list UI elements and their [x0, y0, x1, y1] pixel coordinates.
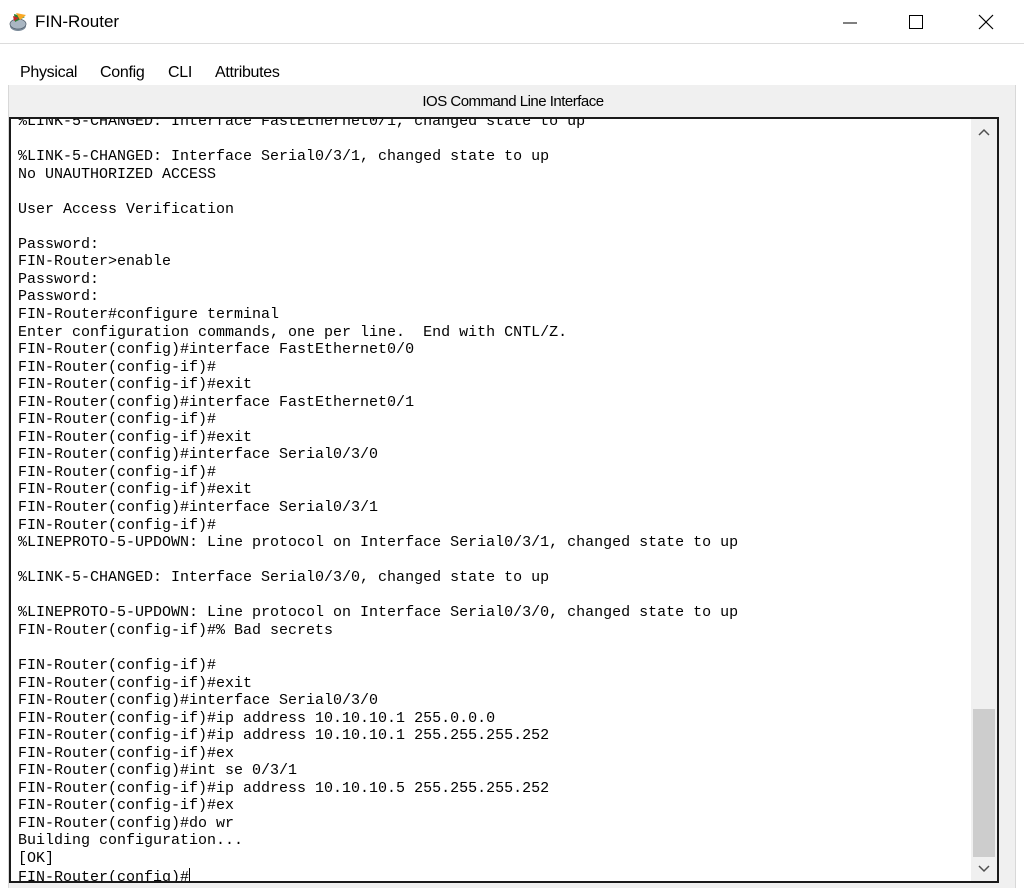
terminal-line: FIN-Router(config-if)#ip address 10.10.1… [18, 779, 550, 797]
terminal-line: FIN-Router#configure terminal [18, 306, 280, 324]
terminal-line: FIN-Router(config)#interface FastEtherne… [18, 341, 415, 359]
terminal-line: FIN-Router(config-if)#ip address 10.10.1… [18, 709, 496, 727]
scroll-up-button[interactable] [971, 119, 997, 145]
minimize-button[interactable] [819, 0, 881, 44]
terminal-line: %LINK-5-CHANGED: Interface Serial0/3/1, … [18, 148, 550, 166]
terminal-line: FIN-Router(config)#interface Serial0/3/0 [18, 446, 379, 464]
terminal-line: FIN-Router(config-if)#ex [18, 797, 235, 815]
close-icon [978, 14, 994, 30]
terminal-line: FIN-Router(config-if)# [18, 411, 217, 429]
panel-title: IOS Command Line Interface [422, 93, 604, 110]
terminal-line: FIN-Router(config)#do wr [18, 814, 235, 832]
terminal-line: No UNAUTHORIZED ACCESS [18, 165, 217, 183]
scroll-down-button[interactable] [971, 857, 997, 881]
terminal-line: FIN-Router(config)# [18, 867, 191, 883]
terminal-line: %LINK-5-CHANGED: Interface FastEthernet0… [18, 117, 586, 130]
maximize-icon [909, 15, 923, 29]
terminal-line: %LINK-5-CHANGED: Interface Serial0/3/0, … [18, 569, 550, 587]
terminal-line: FIN-Router(config-if)# [18, 656, 217, 674]
terminal-line: Password: [18, 288, 100, 306]
scrollbar-thumb[interactable] [973, 709, 995, 857]
terminal-line: FIN-Router(config-if)#ex [18, 744, 235, 762]
terminal-line: [OK] [18, 849, 55, 867]
terminal-line: FIN-Router(config)#int se 0/3/1 [18, 762, 298, 780]
maximize-button[interactable] [885, 0, 947, 44]
terminal-line: FIN-Router(config-if)# [18, 463, 217, 481]
chevron-down-icon [978, 865, 990, 873]
terminal-line: FIN-Router(config-if)#exit [18, 428, 253, 446]
terminal-line: FIN-Router(config-if)#ip address 10.10.1… [18, 727, 550, 745]
tab-config[interactable]: Config [100, 59, 145, 87]
terminal-output[interactable]: %LINK-5-CHANGED: Interface FastEthernet0… [18, 117, 958, 883]
cli-terminal[interactable]: %LINK-5-CHANGED: Interface FastEthernet0… [9, 117, 999, 883]
close-button[interactable] [955, 0, 1017, 44]
terminal-line: FIN-Router(config-if)#exit [18, 674, 253, 692]
terminal-line: FIN-Router(config)#interface Serial0/3/1 [18, 499, 379, 517]
terminal-line: FIN-Router(config)#interface FastEtherne… [18, 393, 415, 411]
tab-attributes[interactable]: Attributes [215, 59, 280, 87]
text-cursor [189, 867, 191, 881]
window-titlebar[interactable]: FIN-Router [0, 0, 1024, 44]
chevron-up-icon [978, 128, 990, 136]
terminal-line: Password: [18, 270, 100, 288]
terminal-line: FIN-Router(config-if)#% Bad secrets [18, 621, 334, 639]
packet-tracer-router-icon [9, 13, 27, 31]
terminal-line: FIN-Router(config-if)#exit [18, 481, 253, 499]
terminal-line: FIN-Router>enable [18, 253, 172, 271]
terminal-line: %LINEPROTO-5-UPDOWN: Line protocol on In… [18, 604, 739, 622]
terminal-line: Building configuration... [18, 832, 244, 850]
terminal-line: FIN-Router(config)#interface Serial0/3/0 [18, 692, 379, 710]
terminal-line: User Access Verification [18, 200, 235, 218]
terminal-line: FIN-Router(config-if)# [18, 358, 217, 376]
minimize-icon [843, 22, 857, 24]
window-title: FIN-Router [35, 12, 120, 31]
terminal-line: FIN-Router(config-if)#exit [18, 376, 253, 394]
terminal-line: FIN-Router(config-if)# [18, 516, 217, 534]
terminal-scrollbar[interactable] [971, 119, 997, 881]
tab-cli[interactable]: CLI [168, 59, 192, 87]
terminal-line: Password: [18, 235, 100, 253]
terminal-line: %LINEPROTO-5-UPDOWN: Line protocol on In… [18, 534, 739, 552]
terminal-line: Enter configuration commands, one per li… [18, 323, 568, 341]
tab-physical[interactable]: Physical [20, 59, 77, 87]
window-body: Physical Config CLI Attributes IOS Comma… [0, 45, 1024, 888]
